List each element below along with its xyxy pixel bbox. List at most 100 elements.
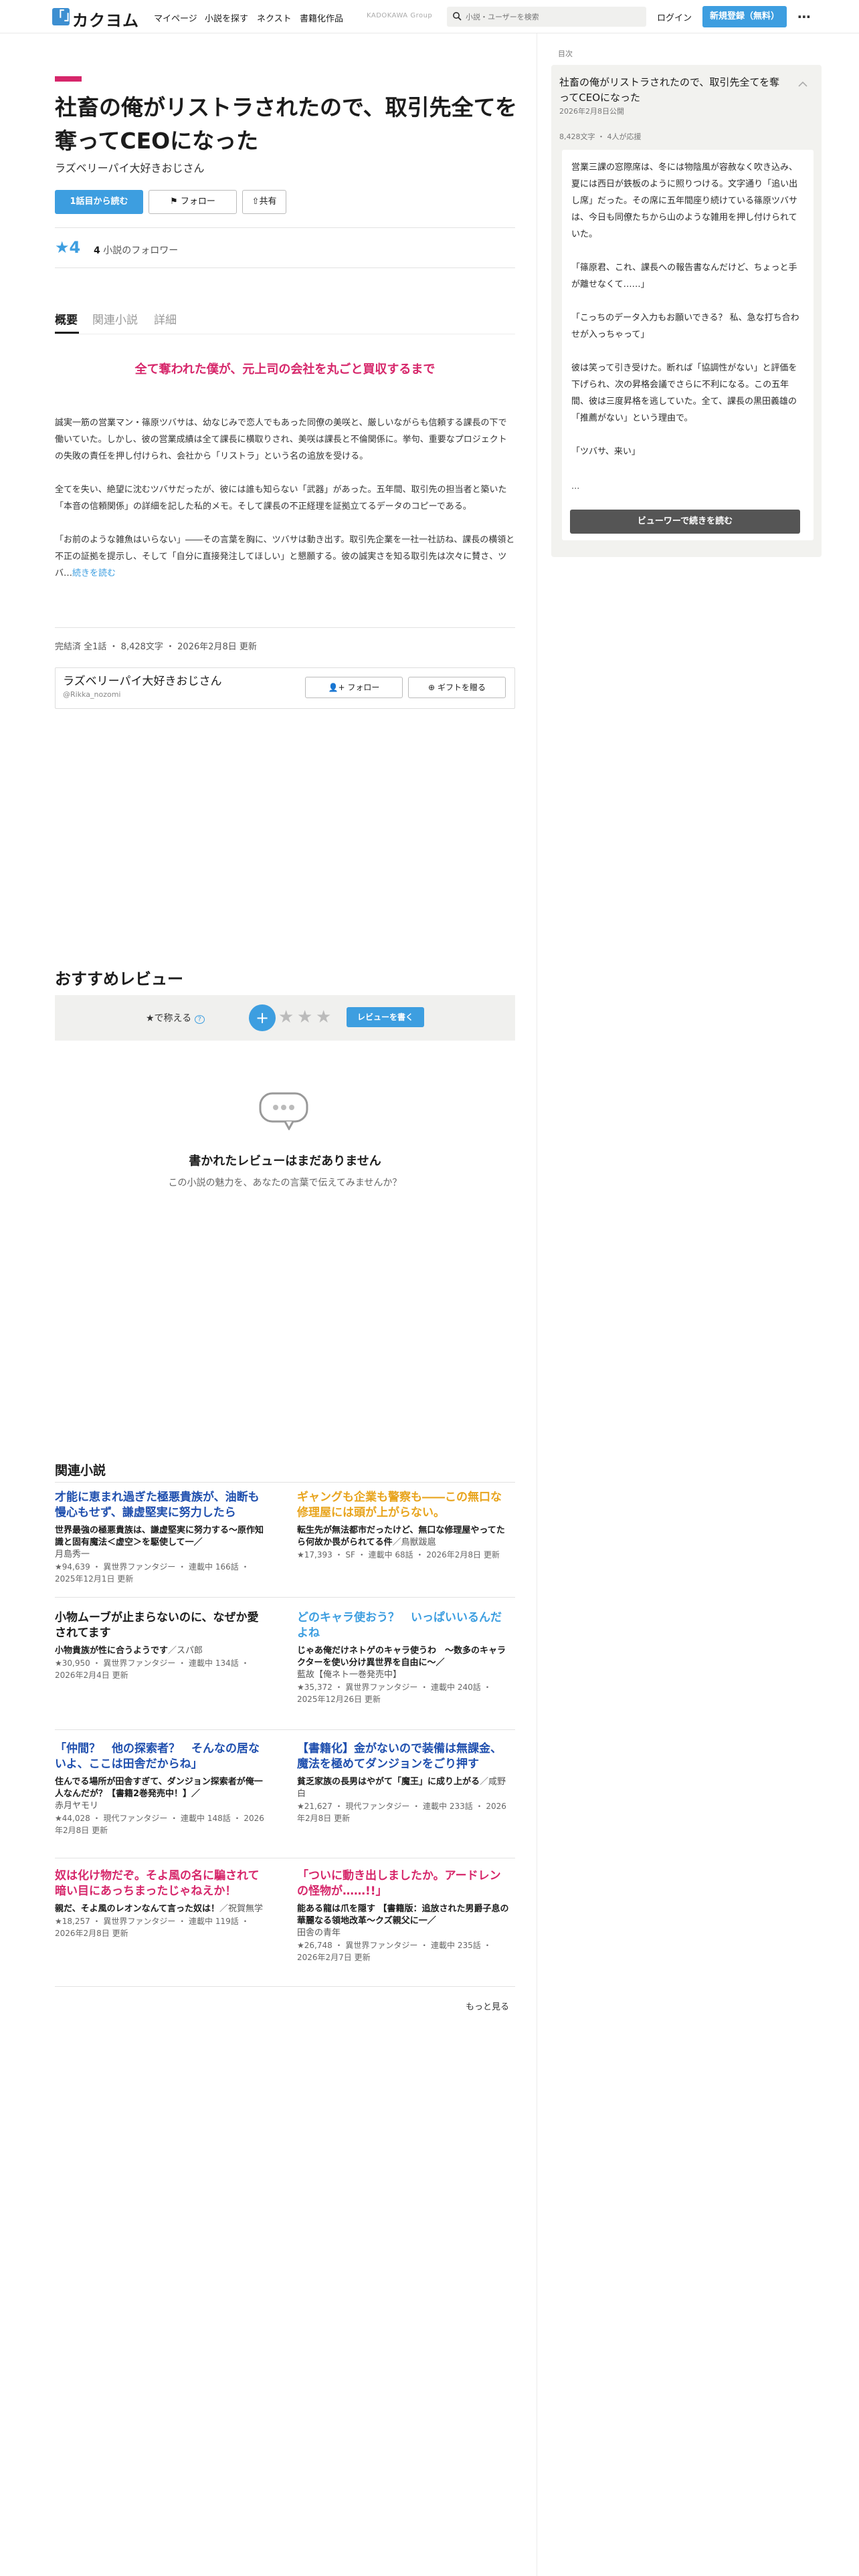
divider (55, 627, 515, 628)
followers-label: 小説のフォロワー (103, 245, 179, 256)
gift-button[interactable]: ⊕ ギフトを贈る (408, 677, 506, 698)
review-star-label: ★で称える ? (146, 1011, 205, 1025)
related-item-work-text[interactable]: 貧乏家族の長男はやがて「魔王」に成り上がる (297, 1777, 480, 1787)
related-item[interactable]: 「仲間？ 他の探索者？ そんなの居ないよ、ここは田舎だからね」 住んでる場所が田… (55, 1741, 269, 1836)
logo-icon[interactable]: 「」 (52, 8, 76, 25)
work-author[interactable]: ラズベリーパイ大好きおじさん (55, 159, 205, 175)
star-icon[interactable]: ★ (297, 1007, 312, 1027)
register-button[interactable]: 新規登録（無料） (702, 6, 787, 27)
preview-paragraph: 「こっちのデータ入力もお願いできる？ 私、急な打ち合わせが入っちゃって」 (571, 313, 799, 340)
nav-published[interactable]: 書籍化作品 (300, 11, 343, 24)
related-item-meta: ★18,257 ・ 異世界ファンタジー ・ 連載中 119話 ・ 2026年2月… (55, 1917, 250, 1938)
episode-preview-body: 営業三課の窓際席は、冬には物陰風が容赦なく吹き込み、夏には西日が鉄板のように照り… (562, 150, 814, 540)
gift-icon: ⊕ (428, 683, 436, 692)
episode-date: 2026年2月8日公開 (559, 107, 624, 116)
related-item-author[interactable]: ／祝賀無学 (219, 1904, 263, 1914)
related-item-title[interactable]: ギャングも企業も警察も――この無口な修理屋には頭が上がらない。 (297, 1490, 511, 1521)
tab-details[interactable]: 詳細 (154, 310, 177, 327)
related-item-work[interactable]: 能ある龍は爪を隠す 【書籍版：追放された男爵子息の華麗なる領地改革〜クズ親父に一… (297, 1903, 511, 1927)
divider (55, 267, 515, 268)
kadokawa-group-label[interactable]: KADOKAWA Group (367, 12, 432, 19)
related-item-work[interactable]: 貧乏家族の長男はやがて「魔王」に成り上がる／咸野白 (297, 1776, 511, 1800)
tab-overview[interactable]: 概要 (55, 310, 78, 327)
related-item-meta: ★44,028 ・ 現代ファンタジー ・ 連載中 148話 ・ 2026年2月8… (55, 1814, 264, 1835)
related-item-title[interactable]: 小物ムーブが止まらないのに、なぜか愛されてます (55, 1610, 269, 1641)
divider (55, 1482, 515, 1483)
more-related-link[interactable]: もっと見る (466, 2000, 509, 2012)
related-item-meta: ★17,393 ・ SF ・ 連載中 68話 ・ 2026年2月8日 更新 (297, 1550, 500, 1560)
episode-title[interactable]: 社畜の俺がリストラされたので、取引先全てを奪ってCEOになった (559, 75, 787, 106)
related-item-work[interactable]: 転生先が無法都市だったけど、無口な修理屋やってたら何故か畏がられてる件／鳥獣跋扈 (297, 1525, 511, 1549)
related-item[interactable]: 「ついに動き出しましたか。アードレンの怪物が……!!」 能ある龍は爪を隠す 【書… (297, 1868, 511, 1963)
related-item-work[interactable]: 世界最強の極悪貴族は、謙虚堅実に努力する〜原作知識と固有魔法＜虚空＞を駆使して一… (55, 1525, 269, 1549)
user-plus-icon: 👤+ (328, 683, 345, 692)
preview-paragraph: 営業三課の窓際席は、冬には物陰風が容赦なく吹き込み、夏には西日が鉄板のように照り… (571, 163, 798, 239)
related-item-work-text[interactable]: 親だ、そよ風のレオンなんて言った奴は！ (55, 1904, 219, 1914)
chevron-up-icon[interactable] (796, 78, 809, 91)
related-item-title[interactable]: 才能に恵まれ過ぎた極悪貴族が、油断も慢心もせず、謙虚堅実に努力したら (55, 1490, 269, 1521)
related-item-author[interactable]: 月島秀一 (55, 1549, 269, 1561)
search-box[interactable] (447, 7, 646, 27)
intro-paragraph: 誠実一筋の営業マン・篠原ツバサは、幼なじみで恋人でもあった同僚の美咲と、厳しいな… (55, 418, 507, 461)
related-item-author[interactable]: 赤月ヤモリ (55, 1800, 269, 1812)
introduction: 誠実一筋の営業マン・篠原ツバサは、幼なじみで恋人でもあった同僚の美咲と、厳しいな… (55, 415, 515, 599)
related-item[interactable]: 小物ムーブが止まらないのに、なぜか愛されてます 小物貴族が性に合うようです／スパ… (55, 1610, 269, 1681)
star-rating: ★4 (55, 238, 81, 257)
related-item-author[interactable]: ／スパ郎 (168, 1646, 203, 1656)
read-more-link[interactable]: 続きを読む (72, 568, 116, 578)
divider (55, 1597, 515, 1598)
preview-paragraph: 「ツバサ、来い」 (571, 447, 640, 457)
help-icon[interactable]: ? (194, 1015, 205, 1024)
preview-paragraph: 彼は笑って引き受けた。断れば「協調性がない」と評価を下げられ、次の昇格会議でさら… (571, 363, 797, 423)
related-item-author[interactable]: ／鳥獣跋扈 (393, 1537, 436, 1547)
search-input[interactable] (466, 7, 640, 27)
tab-related[interactable]: 関連小説 (92, 310, 138, 327)
related-item-work-text[interactable]: 小物貴族が性に合うようです (55, 1646, 168, 1656)
related-item-title[interactable]: 【書籍化】金がないので装備は無課金、魔法を極めてダンジョンをごり押す (297, 1741, 511, 1772)
related-item-work[interactable]: 住んでる場所が田舎すぎて、ダンジョン探索者が俺一人なんだが？【書籍2巻発売中！】… (55, 1776, 269, 1800)
related-item-title[interactable]: 奴は化け物だぞ。そよ風の名に騙されて暗い目にあっちまったじゃねえか！ (55, 1868, 269, 1899)
related-item[interactable]: 【書籍化】金がないので装備は無課金、魔法を極めてダンジョンをごり押す 貧乏家族の… (297, 1741, 511, 1824)
related-item[interactable]: 奴は化け物だぞ。そよ風の名に騙されて暗い目にあっちまったじゃねえか！ 親だ、そよ… (55, 1868, 269, 1939)
login-link[interactable]: ログイン (657, 11, 692, 23)
related-item-title[interactable]: 「ついに動き出しましたか。アードレンの怪物が……!!」 (297, 1868, 511, 1899)
work-title: 社畜の俺がリストラされたので、取引先全てを奪ってCEOになった (55, 94, 518, 154)
write-review-button[interactable]: レビューを書く (347, 1007, 424, 1027)
star-icon[interactable]: ★ (316, 1007, 331, 1027)
follow-label: フォロー (180, 197, 215, 207)
follow-work-button[interactable]: ⚑ フォロー (149, 190, 237, 214)
star-icon[interactable]: ★ (278, 1007, 294, 1027)
add-star-button[interactable]: + (249, 1004, 276, 1031)
logo-text[interactable]: カクヨム (72, 7, 139, 31)
author-card-name[interactable]: ラズベリーパイ大好きおじさん (63, 671, 222, 688)
more-menu-icon[interactable]: ⋯ (796, 9, 812, 25)
nav-next[interactable]: ネクスト (257, 11, 292, 24)
divider (55, 1986, 515, 1987)
nav-search-novels[interactable]: 小説を探す (205, 11, 248, 24)
related-item[interactable]: ギャングも企業も警察も――この無口な修理屋には頭が上がらない。 転生先が無法都市… (297, 1490, 511, 1561)
read-first-episode-button[interactable]: 1話目から読む (55, 190, 143, 214)
related-item-work[interactable]: 親だ、そよ風のレオンなんて言った奴は！／祝賀無学 (55, 1903, 269, 1915)
related-item-title[interactable]: 「仲間？ 他の探索者？ そんなの居ないよ、ここは田舎だからね」 (55, 1741, 269, 1772)
reviews-title: おすすめレビュー (55, 970, 183, 988)
related-item-meta: ★30,950 ・ 異世界ファンタジー ・ 連載中 134話 ・ 2026年2月… (55, 1658, 250, 1680)
follow-author-button[interactable]: 👤+ フォロー (305, 677, 403, 698)
divider (55, 1729, 515, 1730)
related-item-author[interactable]: 藍故【俺ネト一巻発売中】 (297, 1669, 511, 1681)
viewer-continue-button[interactable]: ビューワーで続きを読む (570, 510, 800, 534)
related-item-work[interactable]: じゃあ俺だけネトゲのキャラ使うわ 〜数多のキャラクターを使い分け異世界を自由に〜… (297, 1645, 511, 1669)
divider (55, 227, 515, 228)
related-item[interactable]: どのキャラ使おう？ いっぱいいるんだよね じゃあ俺だけネトゲのキャラ使うわ 〜数… (297, 1610, 511, 1705)
related-item[interactable]: 才能に恵まれ過ぎた極悪貴族が、油断も慢心もせず、謙虚堅実に努力したら 世界最強の… (55, 1490, 269, 1585)
gift-label: ギフトを贈る (437, 683, 486, 692)
related-item-title[interactable]: どのキャラ使おう？ いっぱいいるんだよね (297, 1610, 511, 1641)
related-item-work[interactable]: 小物貴族が性に合うようです／スパ郎 (55, 1645, 269, 1657)
share-button[interactable]: ⇧共有 (242, 190, 286, 214)
intro-paragraph: 「お前のような雑魚はいらない」――その言葉を胸に、ツバサは動き出す。取引先企業を… (55, 532, 515, 582)
related-item-author[interactable]: 田舎の青年 (297, 1927, 511, 1939)
related-item-meta: ★21,627 ・ 現代ファンタジー ・ 連載中 233話 ・ 2026年2月8… (297, 1802, 506, 1823)
nav-mypage[interactable]: マイページ (154, 11, 197, 24)
related-item-meta: ★26,748 ・ 異世界ファンタジー ・ 連載中 235話 ・ 2026年2月… (297, 1941, 492, 1962)
follow-author-label: フォロー (347, 683, 380, 692)
catchphrase: 全て奪われた僕が、元上司の会社を丸ごと買収するまで (134, 362, 436, 377)
